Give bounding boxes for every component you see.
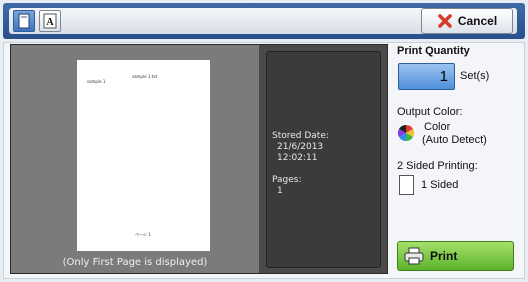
cancel-button[interactable]: Cancel: [421, 8, 513, 34]
page-view-button[interactable]: [13, 10, 35, 32]
stored-date-label: Stored Date:: [272, 131, 329, 141]
pages-value: 1: [277, 186, 283, 196]
page-view-icon: [18, 13, 30, 29]
print-quantity-label: Print Quantity: [397, 45, 470, 57]
two-sided-label: 2 Sided Printing:: [397, 160, 478, 172]
stored-time-value: 12:02:11: [277, 153, 318, 163]
cancel-button-label: Cancel: [457, 14, 498, 28]
letter-a-icon: A: [43, 13, 57, 29]
print-button-label: Print: [430, 249, 458, 263]
output-color-value-line2: (Auto Detect): [422, 134, 487, 146]
print-button[interactable]: Print: [397, 241, 514, 271]
quantity-input[interactable]: 1: [398, 63, 455, 90]
cancel-x-icon: [438, 14, 452, 28]
two-sided-value: 1 Sided: [421, 179, 459, 191]
quantity-unit: Set(s): [460, 70, 490, 82]
page-header-left: sample 1: [87, 79, 106, 84]
text-view-button[interactable]: A: [39, 10, 61, 32]
print-stored-file-screen: A Cancel sample 1 sample 1.txt ページ 1 (On…: [0, 0, 528, 282]
pages-label: Pages:: [272, 175, 302, 185]
output-color-value-line1: Color: [424, 121, 451, 133]
stored-date-value: 21/6/2013: [277, 142, 324, 152]
svg-text:A: A: [46, 17, 54, 28]
top-bar: A Cancel: [3, 3, 525, 39]
page-header-right: sample 1.txt: [132, 74, 158, 79]
printer-icon: [404, 247, 424, 265]
color-wheel-icon: [397, 124, 415, 142]
top-bar-inner: A Cancel: [9, 8, 517, 34]
preview-caption: (Only First Page is displayed): [62, 257, 208, 268]
page-footer: ページ 1: [135, 232, 151, 237]
page-thumbnail: sample 1 sample 1.txt ページ 1: [77, 60, 210, 251]
one-sided-icon: [399, 175, 414, 195]
output-color-label: Output Color:: [397, 106, 463, 118]
